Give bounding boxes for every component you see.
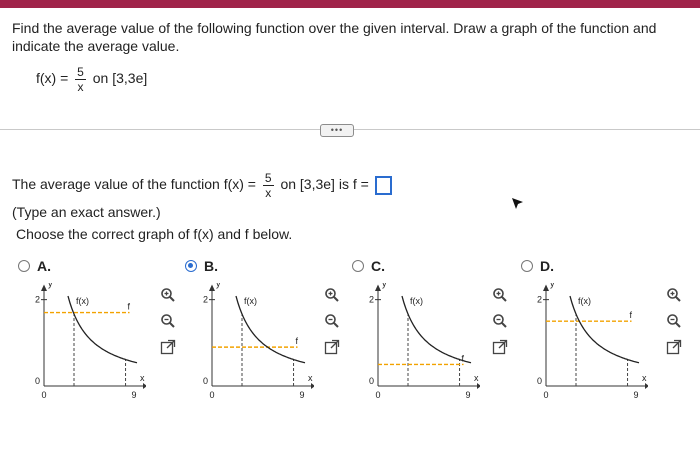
y-tick-label-2: 2	[369, 295, 374, 305]
zoom-out-icon[interactable]	[324, 313, 340, 329]
option-b[interactable]: B.	[185, 258, 218, 274]
x-axis-arrow	[143, 383, 146, 389]
option-d[interactable]: D.	[521, 258, 554, 274]
fraction: 5 x	[75, 66, 86, 93]
zoom-out-icon[interactable]	[666, 313, 682, 329]
zoom-in-icon[interactable]	[492, 287, 508, 303]
expand-graph-icon[interactable]	[492, 339, 508, 355]
radio-b[interactable]	[185, 260, 197, 272]
answer-suffix: on [3,3e] is f =	[280, 176, 369, 193]
option-b-label: B.	[204, 258, 218, 274]
average-label: f	[462, 353, 465, 363]
answer-fraction: 5 x	[262, 171, 274, 200]
curve-label: f(x)	[578, 296, 591, 306]
denominator: x	[77, 80, 84, 94]
average-label: f	[630, 310, 633, 320]
mouse-cursor-icon	[512, 198, 523, 209]
x-tick-label-9: 9	[465, 390, 470, 400]
graph-a-tools	[160, 287, 182, 365]
x-tick-label-9: 9	[131, 390, 136, 400]
option-c-label: C.	[371, 258, 385, 274]
option-d-label: D.	[540, 258, 554, 274]
x-tick-label-9: 9	[633, 390, 638, 400]
interval: on [3,3e]	[92, 70, 148, 87]
y-axis-label: y	[550, 283, 555, 289]
answer-input[interactable]	[374, 176, 392, 195]
y-axis-arrow	[209, 284, 215, 291]
zoom-in-icon[interactable]	[160, 287, 176, 303]
y-axis-label: y	[382, 283, 387, 289]
graph-c-tools	[492, 287, 514, 365]
question-text: Find the average value of the following …	[12, 20, 657, 54]
y-axis-arrow	[375, 284, 381, 291]
curve-label: f(x)	[76, 296, 89, 306]
expand-graph-icon[interactable]	[324, 339, 340, 355]
expand-graph-icon[interactable]	[666, 339, 682, 355]
zoom-out-icon[interactable]	[492, 313, 508, 329]
graph-c: y 2 00 9x f(x) f	[369, 283, 480, 400]
zoom-in-icon[interactable]	[666, 287, 682, 303]
graph-b: y 2 00 9x f(x) f	[203, 283, 314, 400]
y-axis-arrow	[543, 284, 549, 291]
curve-label: f(x)	[244, 296, 257, 306]
x-tick-label-0: 0	[41, 390, 46, 400]
radio-a[interactable]	[18, 260, 30, 272]
function-lhs: f(x) =	[36, 70, 69, 87]
top-accent-bar	[0, 0, 700, 8]
x-axis-label: x	[474, 373, 479, 383]
graph-d: y 2 00 9x f(x) f	[537, 283, 648, 400]
x-axis-label: x	[308, 373, 313, 383]
expand-button[interactable]: •••	[320, 124, 354, 137]
function-formula: f(x) = 5 x on [3,3e]	[36, 66, 147, 93]
graph-a: y 2 00 9x f(x) f	[35, 283, 146, 400]
average-value-prompt: The average value of the function f(x) =…	[12, 172, 392, 199]
x-axis-label: x	[642, 373, 647, 383]
x-axis-arrow	[311, 383, 314, 389]
graph-d-tools	[666, 287, 688, 365]
answer-denominator: x	[265, 186, 272, 200]
y-tick-label-0: 0	[35, 376, 40, 386]
y-tick-label-0: 0	[203, 376, 208, 386]
answer-prefix: The average value of the function f(x) =	[12, 176, 256, 193]
x-axis-label: x	[140, 373, 145, 383]
function-curve	[235, 295, 306, 364]
option-c[interactable]: C.	[352, 258, 385, 274]
x-tick-label-0: 0	[375, 390, 380, 400]
zoom-out-icon[interactable]	[160, 313, 176, 329]
radio-d[interactable]	[521, 260, 533, 272]
curve-label: f(x)	[410, 296, 423, 306]
y-tick-label-2: 2	[537, 295, 542, 305]
y-tick-label-2: 2	[203, 295, 208, 305]
radio-c[interactable]	[352, 260, 364, 272]
graph-b-tools	[324, 287, 346, 365]
y-tick-label-0: 0	[537, 376, 542, 386]
instruction-text: Choose the correct graph of f(x) and f b…	[16, 226, 293, 242]
option-a[interactable]: A.	[18, 258, 51, 274]
y-tick-label-0: 0	[369, 376, 374, 386]
x-axis-arrow	[477, 383, 480, 389]
zoom-in-icon[interactable]	[324, 287, 340, 303]
y-axis-arrow	[41, 284, 47, 291]
option-a-label: A.	[37, 258, 51, 274]
y-axis-label: y	[48, 283, 53, 289]
numerator: 5	[75, 65, 86, 80]
x-tick-label-0: 0	[543, 390, 548, 400]
hint-text: (Type an exact answer.)	[12, 204, 161, 220]
x-axis-arrow	[645, 383, 648, 389]
y-tick-label-2: 2	[35, 295, 40, 305]
function-curve	[569, 295, 640, 364]
answer-numerator: 5	[262, 171, 274, 186]
x-tick-label-0: 0	[209, 390, 214, 400]
y-axis-label: y	[216, 283, 221, 289]
average-label: f	[128, 302, 131, 312]
expand-graph-icon[interactable]	[160, 339, 176, 355]
average-label: f	[296, 336, 299, 346]
x-tick-label-9: 9	[299, 390, 304, 400]
